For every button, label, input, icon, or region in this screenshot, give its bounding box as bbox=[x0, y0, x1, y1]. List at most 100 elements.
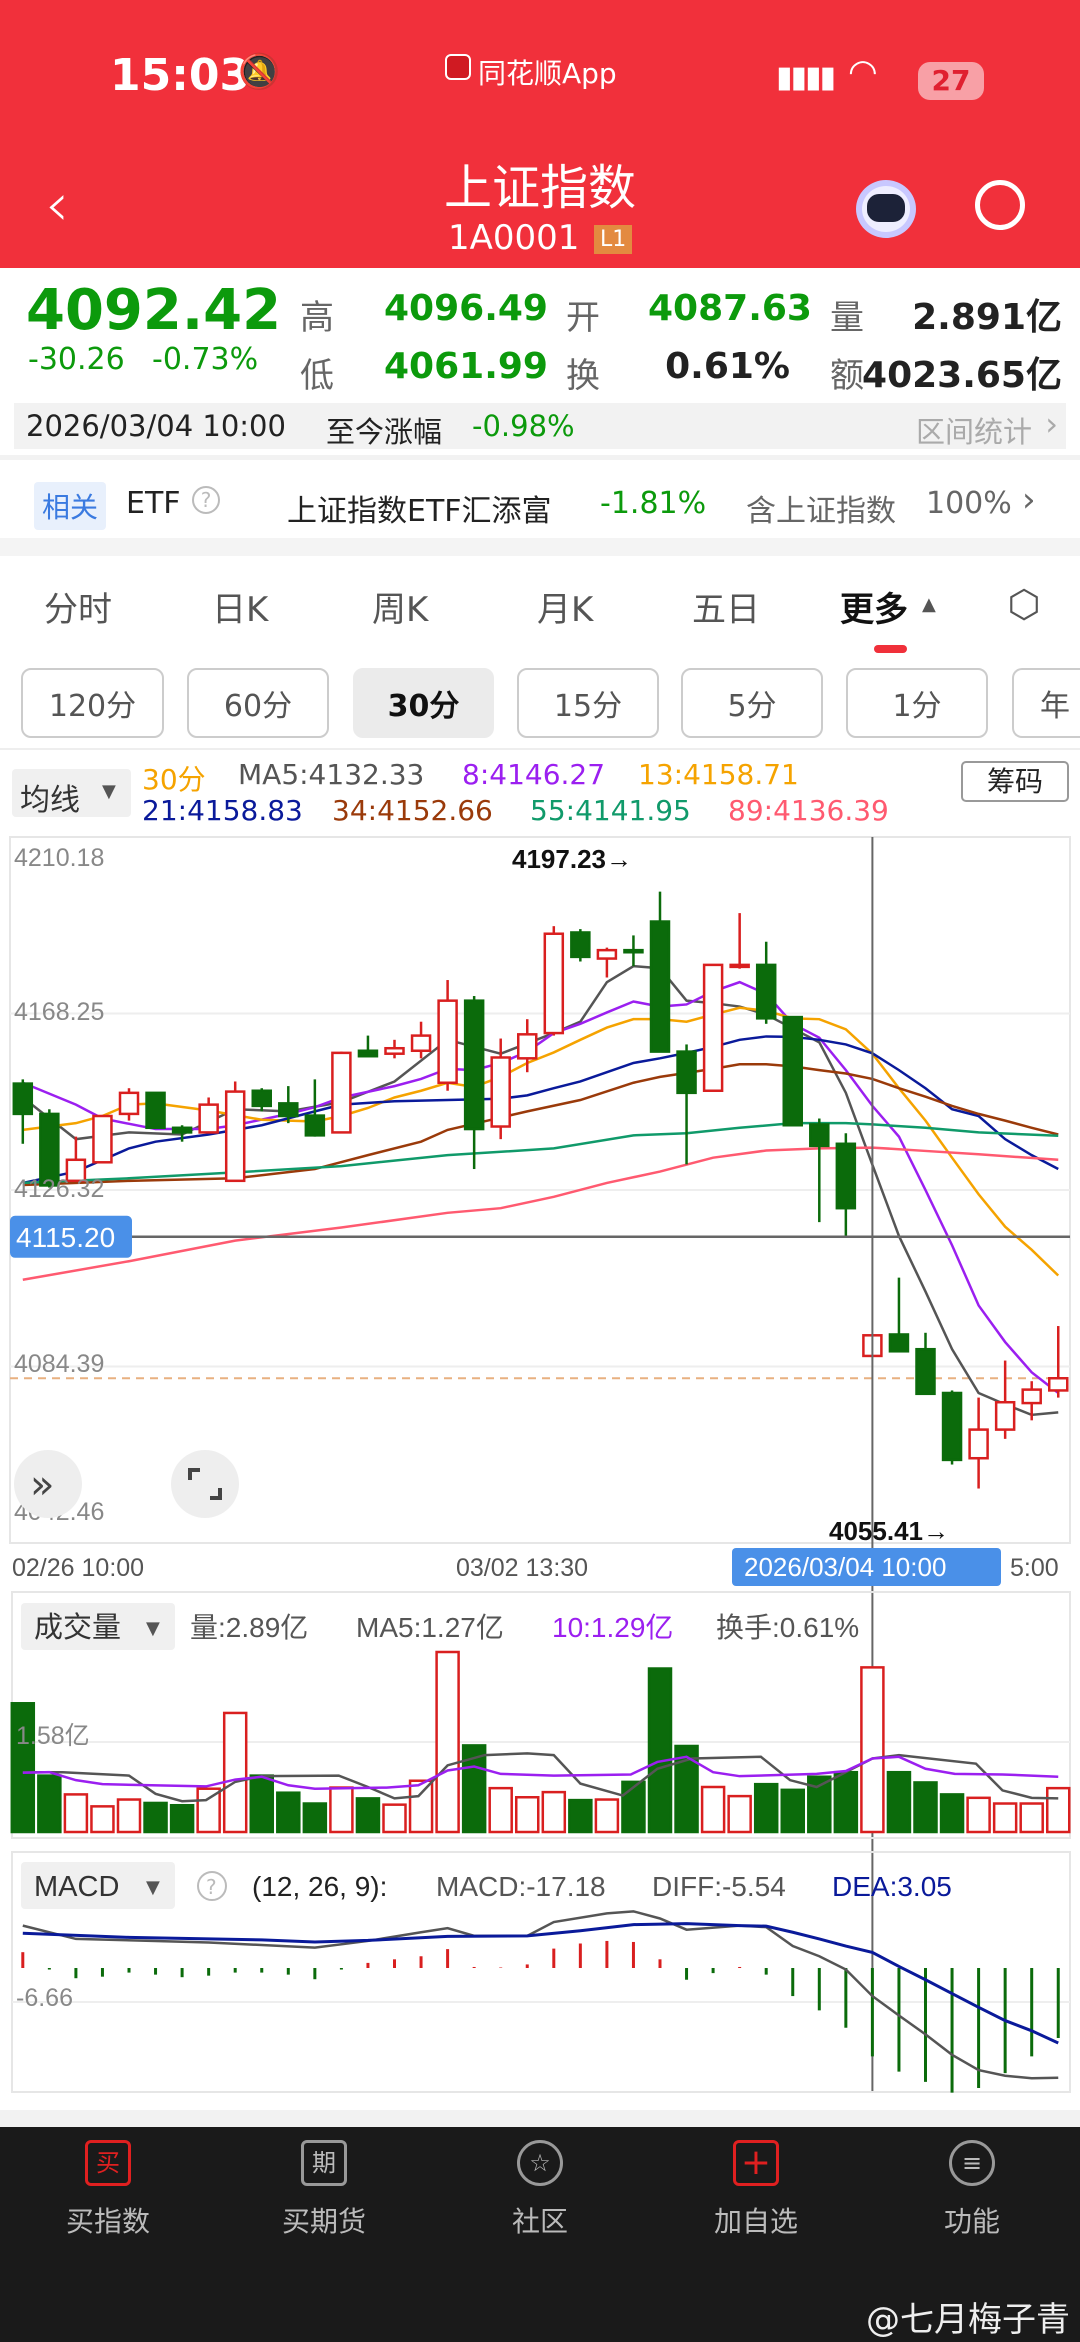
volume-ma10: 10:1.29亿 bbox=[552, 1612, 673, 1643]
candle bbox=[835, 1133, 857, 1236]
volume-bar bbox=[992, 1802, 1018, 1834]
volume-current: 量:2.89亿 bbox=[190, 1612, 308, 1643]
candle-body bbox=[755, 963, 777, 1020]
candle-body bbox=[809, 1123, 830, 1148]
y-tick: 4084.39 bbox=[14, 1350, 104, 1378]
x-tick: 03/02 13:30 bbox=[456, 1554, 588, 1582]
x-tick: 02/26 10:00 bbox=[12, 1554, 144, 1582]
candle bbox=[782, 1015, 803, 1127]
nav-community[interactable]: ☆ 社区 bbox=[432, 2140, 648, 2240]
candle-body bbox=[278, 1102, 299, 1118]
low-annotation: 4055.41→ bbox=[829, 1516, 949, 1546]
volume-bar bbox=[63, 1793, 89, 1834]
volume-bar bbox=[488, 1786, 513, 1834]
volume-bar bbox=[647, 1667, 673, 1834]
nav-buy-futures[interactable]: 期买期货 bbox=[216, 2140, 432, 2240]
volume-bar bbox=[355, 1797, 381, 1834]
candle bbox=[1048, 1326, 1069, 1398]
candle-body bbox=[437, 999, 458, 1084]
candle bbox=[357, 1035, 379, 1058]
candle bbox=[968, 1397, 989, 1489]
candle-body bbox=[490, 1056, 511, 1128]
nav-label: 社区 bbox=[511, 2205, 568, 2238]
futures-icon: 期 bbox=[301, 2140, 347, 2186]
candle bbox=[676, 1044, 697, 1165]
candle bbox=[649, 891, 671, 1053]
candle-body bbox=[729, 963, 750, 969]
plus-icon: + bbox=[733, 2140, 779, 2186]
crosshair-price: 4115.20 bbox=[16, 1222, 115, 1253]
candle-body bbox=[702, 963, 724, 1092]
watermark: @七月梅子青 bbox=[866, 2300, 1070, 2340]
volume-bar bbox=[1046, 1786, 1071, 1834]
candle-body bbox=[888, 1333, 910, 1353]
volume-bar bbox=[727, 1794, 752, 1834]
volume-bar bbox=[541, 1790, 567, 1834]
macd-value: MACD:-17.18 bbox=[436, 1871, 606, 1902]
macd-y-tick: -6.66 bbox=[16, 1984, 73, 2012]
volume-ma5: MA5:1.27亿 bbox=[356, 1612, 504, 1643]
dropdown-caret-icon: ▼ bbox=[146, 1618, 160, 1639]
nav-label: 功能 bbox=[943, 2205, 1000, 2238]
dropdown-caret-icon: ▼ bbox=[146, 1877, 160, 1898]
macd-selector-label: MACD bbox=[34, 1871, 119, 1903]
candle bbox=[888, 1277, 910, 1353]
volume-bar bbox=[966, 1796, 991, 1834]
diff-line bbox=[22, 1910, 1059, 2080]
volume-bar bbox=[913, 1781, 938, 1834]
nav-add-watchlist[interactable]: + 加自选 bbox=[648, 2140, 864, 2240]
volume-bar bbox=[753, 1782, 779, 1834]
candle bbox=[570, 929, 591, 962]
candle-body bbox=[968, 1428, 989, 1460]
candle bbox=[941, 1390, 963, 1465]
volume-bar bbox=[568, 1798, 593, 1834]
candle bbox=[517, 1019, 538, 1073]
candle bbox=[809, 1118, 830, 1223]
volume-bar bbox=[780, 1788, 805, 1834]
candle-body bbox=[357, 1049, 379, 1058]
volume-turnover: 换手:0.61% bbox=[716, 1612, 859, 1643]
fullscreen-button[interactable] bbox=[171, 1450, 239, 1518]
volume-bar bbox=[594, 1798, 620, 1834]
y-tick: 4168.25 bbox=[14, 998, 104, 1026]
candle bbox=[729, 913, 750, 969]
candle bbox=[755, 941, 777, 1024]
candle bbox=[410, 1021, 432, 1059]
candle-body bbox=[304, 1114, 326, 1137]
volume-bar bbox=[515, 1796, 540, 1834]
candle-body bbox=[676, 1050, 697, 1095]
nav-functions[interactable]: ≡ 功能 bbox=[864, 2140, 1080, 2240]
candle-body bbox=[118, 1091, 140, 1116]
candle-body bbox=[251, 1089, 272, 1108]
volume-bar bbox=[169, 1803, 195, 1834]
volume-bar bbox=[833, 1770, 859, 1834]
candle bbox=[702, 963, 724, 1092]
candle-body bbox=[331, 1051, 352, 1134]
volume-bar bbox=[116, 1798, 142, 1834]
dea-value: DEA:3.05 bbox=[832, 1871, 952, 1902]
candle-body bbox=[410, 1034, 432, 1053]
candle bbox=[251, 1088, 272, 1112]
volume-bar bbox=[1019, 1802, 1044, 1834]
y-tick: 4210.18 bbox=[14, 844, 104, 872]
volume-bar bbox=[143, 1801, 168, 1834]
x-tick: 5:00 bbox=[1010, 1554, 1059, 1582]
volume-selector-label: 成交量 bbox=[34, 1610, 121, 1644]
nav-buy-index[interactable]: 买买指数 bbox=[0, 2140, 216, 2240]
candle-body bbox=[782, 1015, 803, 1127]
candle-body bbox=[941, 1391, 963, 1462]
y-tick: 4126.32 bbox=[14, 1175, 104, 1203]
nav-label: 加自选 bbox=[713, 2205, 798, 2238]
candle-body bbox=[145, 1091, 166, 1130]
candle bbox=[198, 1097, 219, 1134]
ma8-line bbox=[22, 980, 1060, 1394]
candle-body bbox=[92, 1114, 113, 1164]
candle-body bbox=[384, 1046, 405, 1055]
volume-bar bbox=[276, 1791, 301, 1834]
kline-chart[interactable]: 4210.18 4168.25 4126.32 4084.39 4042.46 … bbox=[0, 0, 1080, 2342]
candle bbox=[331, 1051, 352, 1134]
candle bbox=[915, 1332, 936, 1396]
nav-label: 买期货 bbox=[281, 2205, 366, 2238]
divider bbox=[0, 2110, 1080, 2127]
volume-bar bbox=[302, 1802, 328, 1834]
